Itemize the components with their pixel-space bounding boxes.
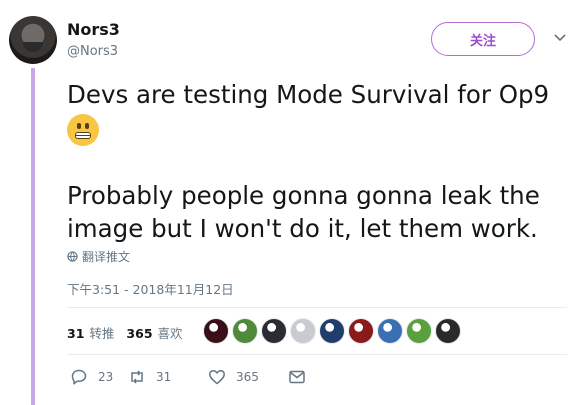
liker-avatar[interactable] — [319, 318, 345, 344]
tweet-text: Devs are testing Mode Survival for Op9 P… — [67, 78, 567, 245]
envelope-icon — [289, 370, 305, 384]
translate-tweet-link[interactable]: 翻译推文 — [67, 248, 130, 265]
liker-avatar[interactable] — [290, 318, 316, 344]
tweet-paragraph-2: Probably people gonna gonna leak the ima… — [67, 181, 540, 243]
reply-icon — [71, 369, 87, 385]
liker-avatar[interactable] — [377, 318, 403, 344]
tweet-stats: 31 转推 365 喜欢 — [67, 323, 195, 342]
liker-avatar[interactable] — [406, 318, 432, 344]
liker-avatar[interactable] — [232, 318, 258, 344]
heart-icon — [209, 369, 225, 385]
like-stat-label: 喜欢 — [157, 326, 183, 341]
chevron-down-icon[interactable] — [553, 31, 567, 45]
retweet-button[interactable]: 31 — [128, 368, 208, 386]
retweet-count: 31 — [156, 370, 172, 384]
tweet-paragraph-1: Devs are testing Mode Survival for Op9 — [67, 80, 550, 109]
tweet-timestamp[interactable]: 下午3:51 - 2018年11月12日 — [67, 279, 234, 298]
liker-avatar[interactable] — [203, 318, 229, 344]
retweet-stat-label: 转推 — [89, 326, 115, 341]
retweet-stat[interactable]: 31 转推 — [67, 323, 114, 342]
reply-button[interactable]: 23 — [70, 368, 128, 386]
avatar[interactable] — [9, 16, 57, 64]
liker-avatar[interactable] — [348, 318, 374, 344]
retweet-icon — [131, 370, 143, 384]
follow-button[interactable]: 关注 — [431, 22, 535, 56]
user-handle[interactable]: @Nors3 — [67, 44, 118, 59]
divider — [67, 354, 567, 355]
like-stat[interactable]: 365 喜欢 — [126, 323, 182, 342]
like-stat-count: 365 — [126, 326, 153, 341]
retweet-stat-count: 31 — [67, 326, 85, 341]
liker-avatars — [203, 318, 461, 344]
like-button[interactable]: 365 — [208, 368, 288, 386]
thread-line — [31, 68, 35, 405]
divider — [67, 307, 567, 308]
user-name[interactable]: Nors3 — [67, 20, 120, 39]
translate-label: 翻译推文 — [82, 250, 131, 264]
reply-count: 23 — [98, 370, 114, 384]
liker-avatar[interactable] — [261, 318, 287, 344]
direct-message-button[interactable] — [288, 368, 316, 386]
globe-icon — [67, 251, 78, 262]
like-count: 365 — [236, 370, 259, 384]
tweet-actions: 23 31 365 — [70, 368, 316, 386]
liker-avatar[interactable] — [435, 318, 461, 344]
grimacing-face-icon — [67, 114, 99, 146]
